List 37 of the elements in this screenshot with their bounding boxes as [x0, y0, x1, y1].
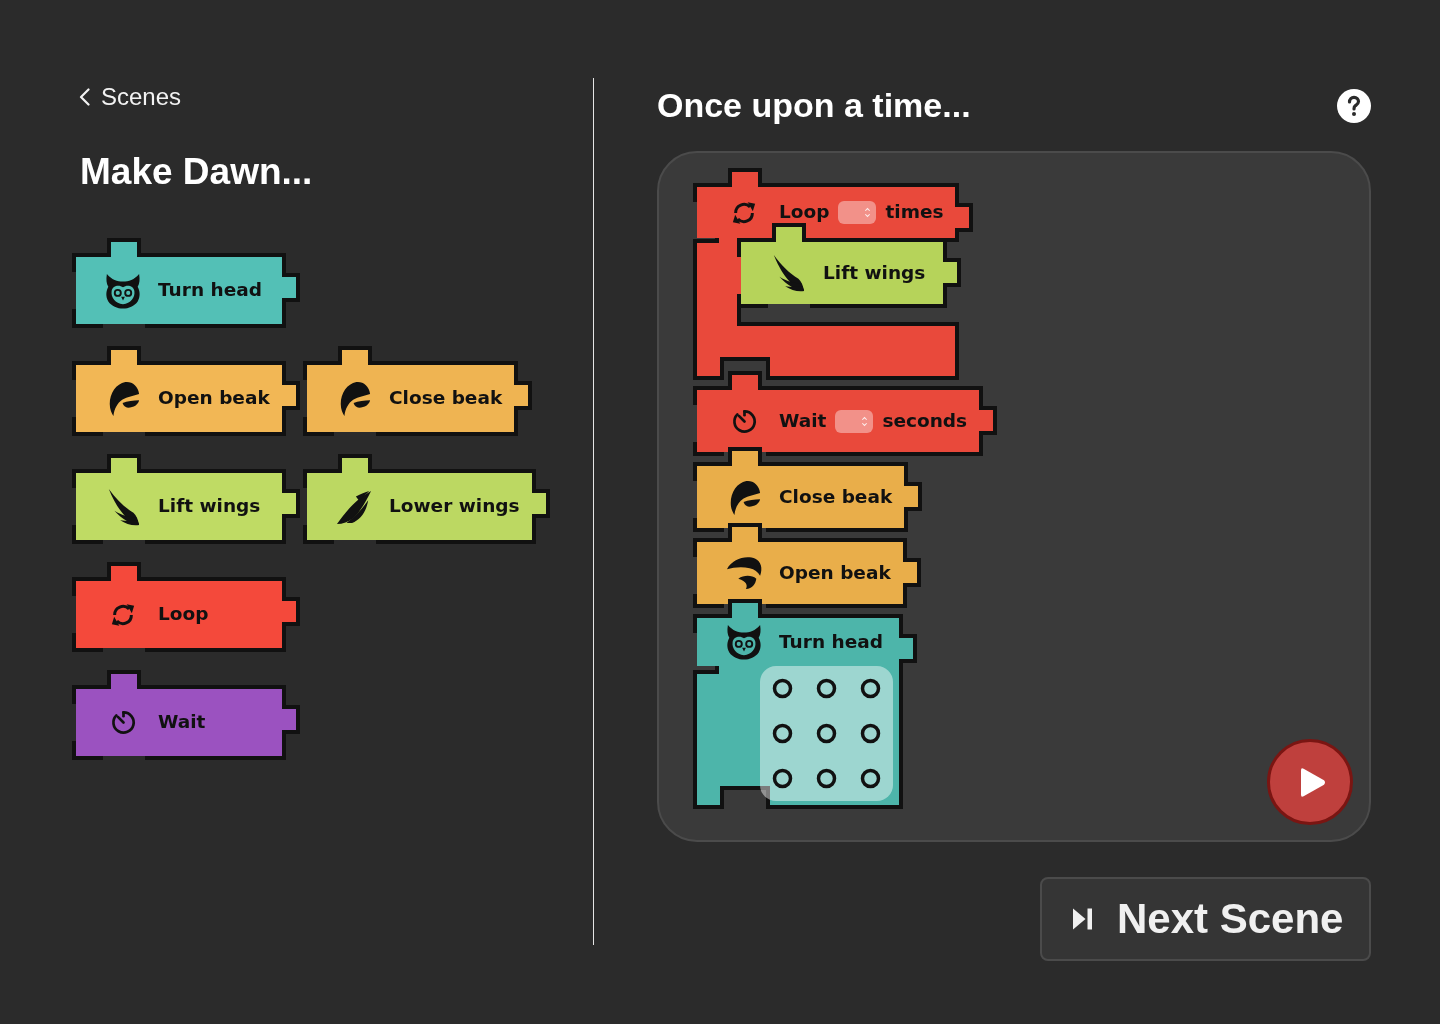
ring-icon[interactable] — [860, 678, 882, 699]
wing-icon — [335, 488, 373, 525]
scene-title: Make Dawn... — [80, 150, 313, 194]
code-block[interactable]: Open beak — [72, 346, 300, 436]
code-block[interactable]: Lift wings — [72, 454, 300, 544]
code-block[interactable]: Wait — [72, 670, 300, 760]
ring-icon[interactable] — [816, 723, 837, 744]
stepper-icon — [861, 414, 869, 428]
ring-icon[interactable] — [771, 723, 793, 744]
timer-icon — [730, 407, 758, 435]
play-icon — [1299, 766, 1326, 798]
next-scene-button[interactable]: Next Scene — [1040, 877, 1371, 961]
code-block[interactable]: Turn head — [693, 599, 917, 809]
code-block[interactable]: Lower wings — [303, 454, 550, 544]
code-block[interactable]: Close beak — [303, 346, 533, 436]
help-icon[interactable] — [1337, 89, 1371, 123]
number-field[interactable] — [838, 201, 877, 224]
code-block[interactable]: Loop — [72, 562, 300, 652]
number-field[interactable] — [835, 409, 874, 433]
owl-icon — [104, 272, 142, 309]
code-block[interactable]: Lift wings — [737, 223, 961, 308]
ring-icon[interactable] — [771, 768, 793, 789]
open-beak-icon — [725, 555, 763, 591]
stepper-icon — [864, 206, 872, 219]
chevron-left-icon — [79, 88, 90, 106]
ring-icon[interactable] — [860, 723, 882, 744]
skip-forward-icon — [1072, 907, 1093, 931]
timer-icon — [109, 709, 137, 736]
owl-icon — [725, 624, 763, 660]
code-block[interactable]: Turn head — [72, 238, 300, 328]
ring-icon[interactable] — [771, 678, 793, 699]
code-block[interactable]: Wait seconds — [693, 371, 998, 456]
story-title: Once upon a time... — [657, 85, 971, 126]
ring-icon[interactable] — [860, 768, 882, 789]
ring-icon[interactable] — [816, 678, 837, 699]
ring-icon[interactable] — [816, 768, 837, 789]
back-link[interactable]: Scenes — [79, 83, 182, 111]
